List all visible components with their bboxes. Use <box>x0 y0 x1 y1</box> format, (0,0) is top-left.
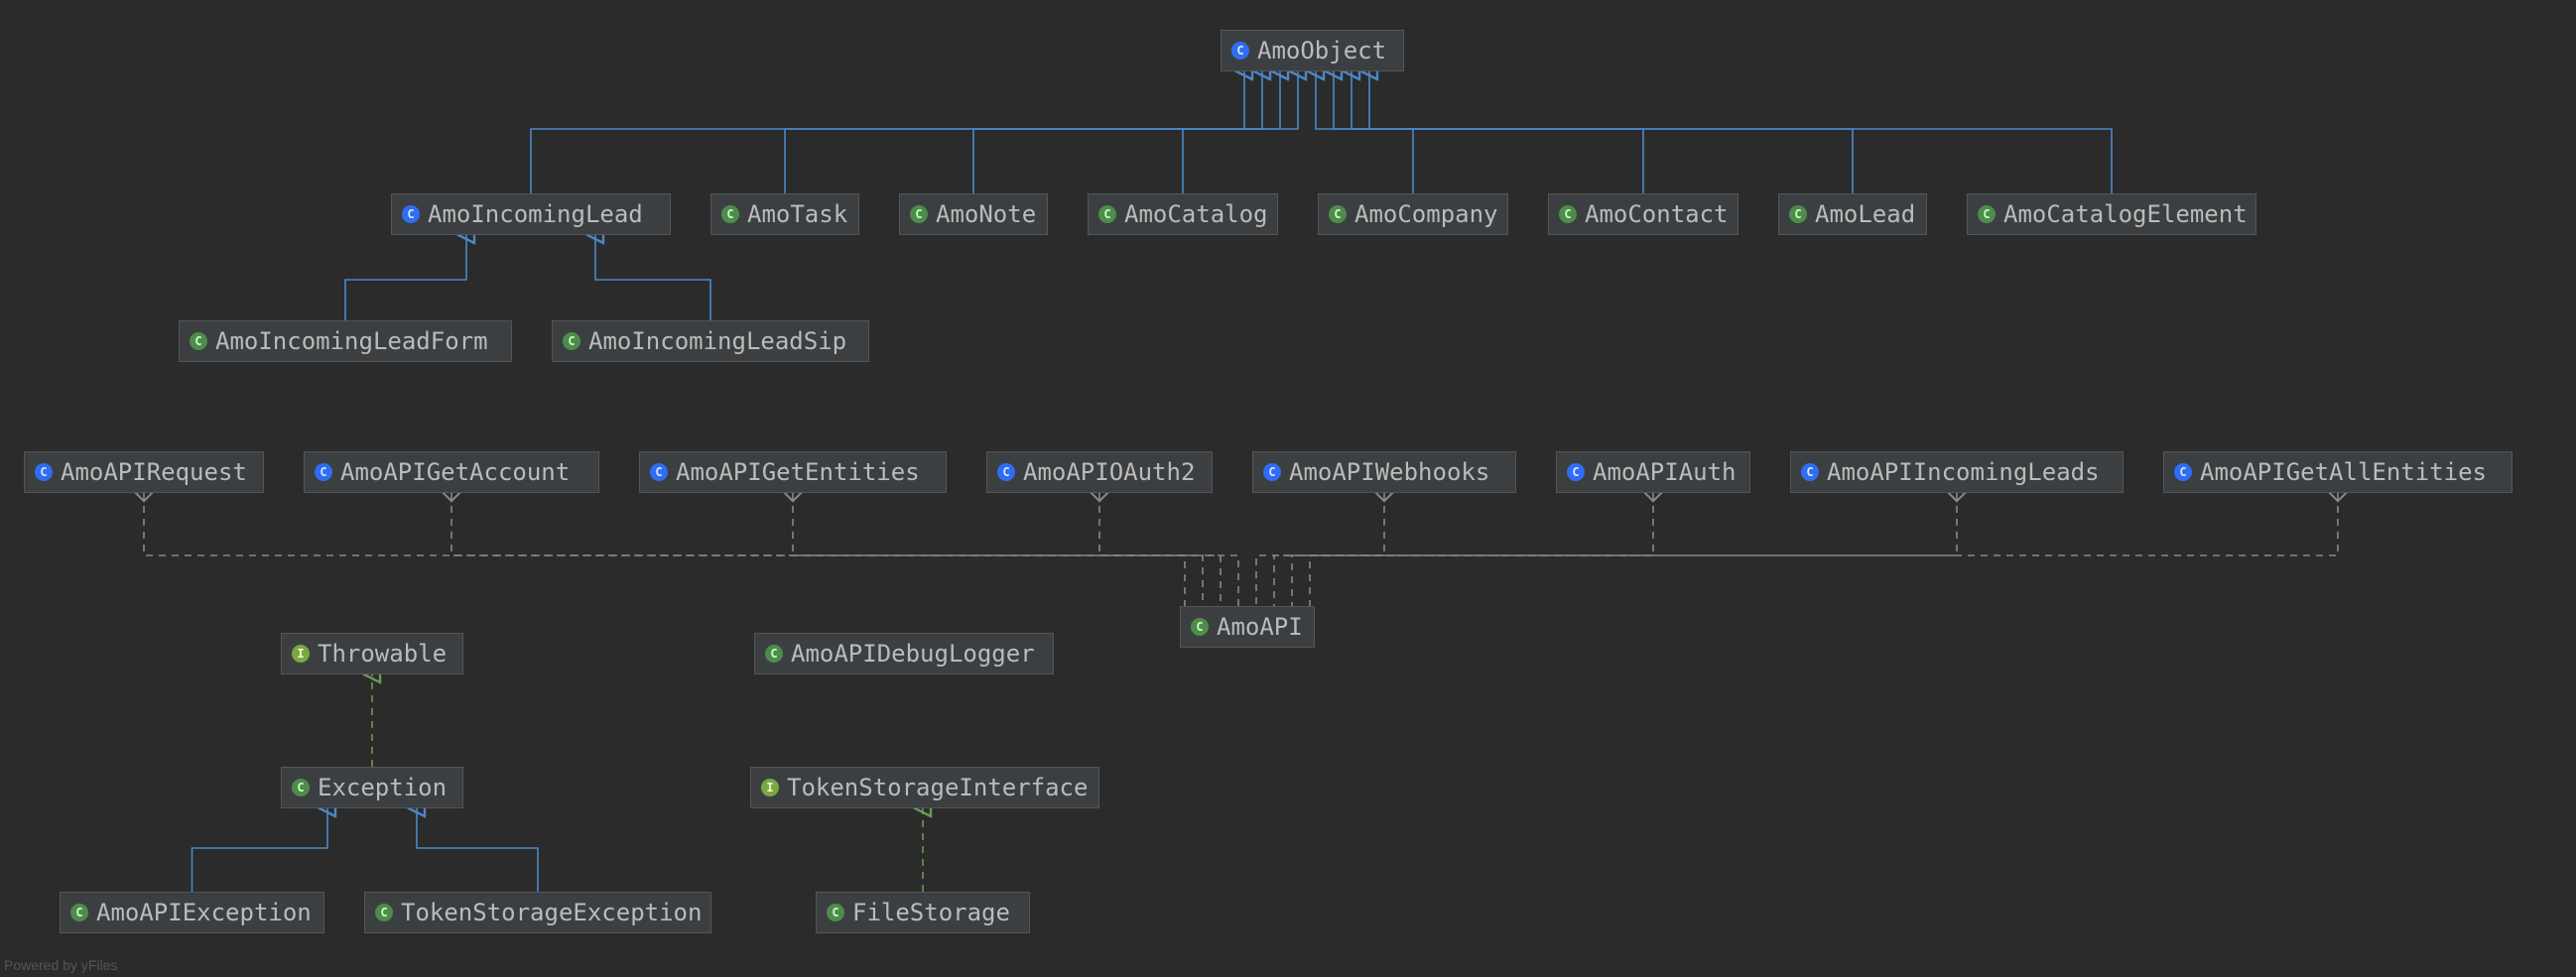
node-label: AmoIncomingLead <box>428 200 643 228</box>
class-icon: C <box>1978 205 1996 223</box>
node-label: Throwable <box>318 640 447 668</box>
node-label: AmoAPIOAuth2 <box>1023 458 1195 486</box>
class-icon: C <box>70 904 88 921</box>
node-Exception[interactable]: C Exception <box>281 767 463 808</box>
abstract-icon: C <box>2174 463 2192 481</box>
class-icon: C <box>292 779 310 796</box>
node-label: AmoCatalog <box>1124 200 1268 228</box>
node-label: AmoAPIIncomingLeads <box>1827 458 2100 486</box>
node-AmoIncomingLeadSip[interactable]: C AmoIncomingLeadSip <box>552 320 869 362</box>
node-label: AmoAPIException <box>96 899 312 926</box>
class-icon: C <box>1098 205 1116 223</box>
class-icon: C <box>190 332 207 350</box>
node-AmoAPIWebhooks[interactable]: C AmoAPIWebhooks <box>1252 451 1516 493</box>
node-AmoCatalog[interactable]: C AmoCatalog <box>1088 193 1278 235</box>
node-AmoAPIAuth[interactable]: C AmoAPIAuth <box>1556 451 1750 493</box>
interface-icon: I <box>761 779 779 796</box>
watermark: Powered by yFiles <box>4 957 117 973</box>
abstract-icon: C <box>650 463 668 481</box>
node-label: AmoNote <box>936 200 1036 228</box>
node-label: AmoAPIAuth <box>1593 458 1737 486</box>
node-label: AmoIncomingLeadForm <box>215 327 488 355</box>
abstract-icon: C <box>1263 463 1281 481</box>
node-label: FileStorage <box>852 899 1010 926</box>
node-AmoAPIDebugLogger[interactable]: C AmoAPIDebugLogger <box>754 633 1054 674</box>
node-label: AmoObject <box>1257 37 1386 64</box>
abstract-icon: C <box>315 463 332 481</box>
node-AmoIncomingLeadForm[interactable]: C AmoIncomingLeadForm <box>179 320 512 362</box>
node-TokenStorageException[interactable]: C TokenStorageException <box>364 892 711 933</box>
class-icon: C <box>375 904 393 921</box>
node-label: TokenStorageInterface <box>787 774 1088 801</box>
class-icon: C <box>1789 205 1807 223</box>
node-TokenStorageInterface[interactable]: I TokenStorageInterface <box>750 767 1099 808</box>
node-AmoCompany[interactable]: C AmoCompany <box>1318 193 1508 235</box>
node-label: AmoAPIRequest <box>61 458 247 486</box>
node-label: Exception <box>318 774 447 801</box>
abstract-icon: C <box>1567 463 1585 481</box>
node-label: AmoCompany <box>1354 200 1498 228</box>
node-label: TokenStorageException <box>401 899 702 926</box>
abstract-icon: C <box>997 463 1015 481</box>
node-Throwable[interactable]: I Throwable <box>281 633 463 674</box>
abstract-icon: C <box>35 463 53 481</box>
node-label: AmoAPIGetAccount <box>340 458 570 486</box>
node-label: AmoTask <box>747 200 847 228</box>
class-icon: C <box>910 205 928 223</box>
node-AmoTask[interactable]: C AmoTask <box>710 193 859 235</box>
node-AmoLead[interactable]: C AmoLead <box>1778 193 1927 235</box>
node-label: AmoAPIDebugLogger <box>791 640 1035 668</box>
node-AmoAPIRequest[interactable]: C AmoAPIRequest <box>24 451 264 493</box>
node-label: AmoLead <box>1815 200 1915 228</box>
node-AmoAPI[interactable]: C AmoAPI <box>1180 606 1315 648</box>
node-FileStorage[interactable]: C FileStorage <box>816 892 1030 933</box>
abstract-icon: C <box>402 205 420 223</box>
node-label: AmoContact <box>1585 200 1729 228</box>
node-AmoAPIGetEntities[interactable]: C AmoAPIGetEntities <box>639 451 947 493</box>
abstract-icon: C <box>1231 42 1249 60</box>
node-AmoCatalogElement[interactable]: C AmoCatalogElement <box>1967 193 2256 235</box>
node-AmoContact[interactable]: C AmoContact <box>1548 193 1739 235</box>
node-label: AmoCatalogElement <box>2003 200 2248 228</box>
node-AmoAPIGetAccount[interactable]: C AmoAPIGetAccount <box>304 451 599 493</box>
node-AmoAPIOAuth2[interactable]: C AmoAPIOAuth2 <box>986 451 1213 493</box>
diagram-canvas: C AmoObject C AmoIncomingLead C AmoTask C AmoNo… <box>0 0 2576 977</box>
node-AmoNote[interactable]: C AmoNote <box>899 193 1048 235</box>
node-label: AmoAPIGetEntities <box>676 458 920 486</box>
class-icon: C <box>1559 205 1577 223</box>
node-AmoObject[interactable]: C AmoObject <box>1221 30 1404 71</box>
abstract-icon: C <box>1801 463 1819 481</box>
class-icon: C <box>1191 618 1209 636</box>
node-AmoAPIGetAllEntities[interactable]: C AmoAPIGetAllEntities <box>2163 451 2512 493</box>
node-AmoAPIIncomingLeads[interactable]: C AmoAPIIncomingLeads <box>1790 451 2124 493</box>
class-icon: C <box>563 332 580 350</box>
node-label: AmoAPIWebhooks <box>1289 458 1489 486</box>
node-label: AmoIncomingLeadSip <box>588 327 846 355</box>
node-AmoIncomingLead[interactable]: C AmoIncomingLead <box>391 193 671 235</box>
class-icon: C <box>765 645 783 663</box>
class-icon: C <box>721 205 739 223</box>
class-icon: C <box>827 904 844 921</box>
interface-icon: I <box>292 645 310 663</box>
node-AmoAPIException[interactable]: C AmoAPIException <box>60 892 324 933</box>
node-label: AmoAPIGetAllEntities <box>2200 458 2487 486</box>
class-icon: C <box>1329 205 1347 223</box>
node-label: AmoAPI <box>1217 613 1303 641</box>
